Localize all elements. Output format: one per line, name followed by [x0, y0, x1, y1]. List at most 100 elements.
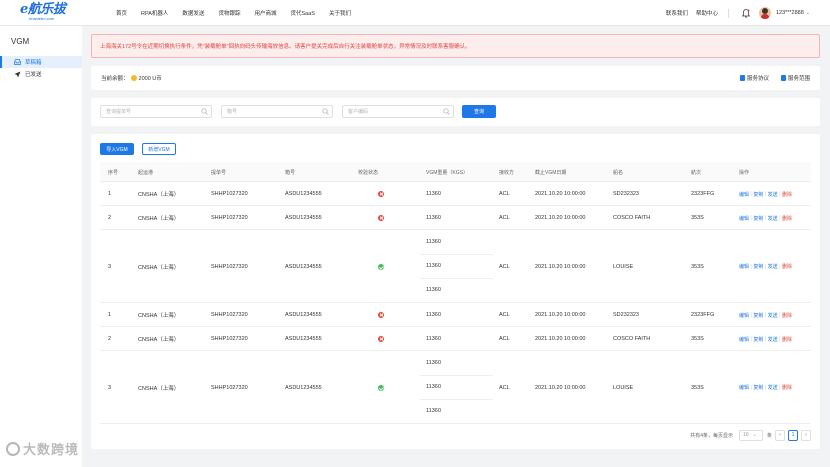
copy-button[interactable]: 复制	[753, 191, 763, 198]
cell-date: 2021.10.20 10:00:00	[535, 336, 586, 342]
copy-button[interactable]: 复制	[753, 336, 763, 343]
edit-button[interactable]: 编辑	[739, 312, 749, 319]
send-button[interactable]: 发送	[768, 336, 778, 343]
delete-button[interactable]: 删除	[782, 384, 792, 391]
check-circle-icon	[378, 384, 384, 391]
send-button[interactable]: 发送	[768, 384, 778, 391]
action-separator: |	[779, 263, 781, 270]
cell-pol: CNSHA（上海）	[138, 337, 180, 343]
container-search-input[interactable]	[222, 106, 332, 117]
send-button[interactable]: 发送	[768, 191, 778, 198]
bell-icon[interactable]	[741, 8, 751, 18]
nav-data-send[interactable]: 数据发送	[182, 9, 204, 17]
delete-button[interactable]: 删除	[782, 263, 792, 270]
page-size-value: 10	[742, 432, 749, 438]
cell-voyage: 2323FFG	[691, 312, 715, 318]
delete-button[interactable]: 删除	[782, 191, 792, 198]
table-row: 1 CNSHA（上海） SHHP1027320 ASDU1234555 11360 ACL…	[100, 303, 811, 327]
cell-no: 2	[108, 215, 112, 221]
cell-no: 1	[108, 312, 112, 318]
logo[interactable]: e航乐拔 ehanlebo.com	[20, 2, 66, 23]
cell-vgm-weight: 11360	[426, 263, 441, 269]
nav-home[interactable]: 首页	[116, 9, 127, 17]
cell-ctn: ASDU1234555	[285, 263, 322, 270]
sidebar-item-label: 已发送	[25, 72, 42, 78]
service-agreement-link[interactable]: 服务协议	[739, 74, 769, 82]
header-right: 联系我们 帮助中心 123***2888 ⌄	[658, 0, 810, 26]
edit-button[interactable]: 编辑	[739, 336, 749, 343]
cell-vgm-weight: 11360	[426, 287, 441, 293]
user-name[interactable]: 123***2888	[776, 10, 804, 16]
avatar[interactable]	[758, 7, 771, 19]
sidebar-item-sent[interactable]: 已发送	[0, 68, 82, 80]
logo-text: e航乐拔	[20, 2, 66, 17]
delete-button[interactable]: 删除	[782, 215, 792, 222]
delete-button[interactable]: 删除	[782, 312, 792, 319]
document-icon	[780, 75, 786, 81]
cell-ctn: ASDU1234555	[285, 191, 322, 197]
col-header: 操作	[739, 169, 750, 176]
col-header: 序号	[108, 169, 119, 176]
cell-date: 2021.10.20 10:00:00	[535, 191, 586, 197]
cell-vessel: SD232323	[613, 191, 639, 197]
error-circle-icon	[378, 191, 384, 197]
cell-date: 2021.10.20 10:00:00	[535, 384, 586, 391]
action-separator: |	[779, 312, 781, 318]
current-page-button[interactable]: 1	[788, 429, 798, 441]
copy-button[interactable]: 复制	[753, 263, 763, 270]
edit-button[interactable]: 编辑	[739, 384, 749, 391]
nav-rpa[interactable]: RPA机器人	[141, 9, 168, 17]
query-button[interactable]: 查询	[462, 105, 496, 118]
cell-receiver: ACL	[499, 191, 510, 197]
bl-search-input[interactable]	[101, 106, 211, 117]
cell-vgm-weight: 11360	[426, 191, 441, 197]
edit-button[interactable]: 编辑	[739, 191, 749, 198]
nav-tracking[interactable]: 货物跟踪	[218, 9, 240, 17]
send-button[interactable]: 发送	[768, 263, 778, 270]
cell-bl: SHHP1027320	[211, 312, 248, 318]
table-row: 3 CNSHA（上海） SHHP1027320 ASDU1234555 11360 113…	[100, 230, 811, 303]
chevron-down-icon[interactable]: ⌄	[806, 10, 810, 16]
action-separator: |	[779, 384, 781, 391]
customer-code-input[interactable]	[343, 106, 453, 117]
page-size-select[interactable]: 10 ⌄	[738, 429, 763, 441]
nav-saas[interactable]: 货代SaaS	[290, 9, 314, 17]
copy-button[interactable]: 复制	[753, 312, 763, 319]
customer-code-field	[342, 105, 454, 118]
document-icon	[739, 75, 745, 81]
nav-about[interactable]: 关于我们	[329, 9, 351, 17]
edit-button[interactable]: 编辑	[739, 215, 749, 222]
edit-button[interactable]: 编辑	[739, 263, 749, 270]
cell-receiver: ACL	[499, 312, 510, 318]
send-button[interactable]: 发送	[768, 215, 778, 222]
service-scope-link[interactable]: 服务范围	[780, 74, 810, 82]
action-separator: |	[750, 263, 752, 270]
next-page-button[interactable]: ›	[801, 429, 811, 441]
import-vgm-button[interactable]: 导入VGM	[100, 143, 134, 155]
cell-no: 2	[108, 336, 112, 342]
add-vgm-button[interactable]: 新增VGM	[142, 143, 176, 155]
delete-button[interactable]: 删除	[782, 336, 792, 343]
cell-vgm-weight: 11360	[426, 312, 441, 318]
cell-no: 3	[108, 263, 112, 270]
col-header: 截止VGM日期	[535, 169, 567, 176]
cell-voyage: 2323FFG	[691, 191, 715, 197]
cell-date: 2021.10.20 10:00:00	[535, 263, 586, 270]
copy-button[interactable]: 复制	[753, 384, 763, 391]
sidebar-item-drafts[interactable]: 草稿箱	[0, 56, 82, 68]
help-link[interactable]: 帮助中心	[696, 9, 718, 17]
pagination-unit: 条	[766, 432, 772, 439]
send-button[interactable]: 发送	[768, 312, 778, 319]
cell-vgm-weight: 11360	[426, 215, 441, 221]
cell-pol: CNSHA（上海）	[138, 216, 180, 222]
watermark: 大数跨境	[6, 439, 79, 458]
balance-value: 2000 U币	[138, 76, 162, 82]
contact-link[interactable]: 联系我们	[666, 9, 688, 17]
cell-bl: SHHP1027320	[211, 215, 248, 221]
prev-page-button[interactable]: ‹	[775, 429, 785, 441]
pagination-total: 共有4条，每页显示	[690, 432, 733, 439]
copy-button[interactable]: 复制	[753, 215, 763, 222]
nav-mall[interactable]: 用户商城	[254, 9, 276, 17]
cell-receiver: ACL	[499, 263, 510, 270]
cell-no: 1	[108, 191, 112, 197]
